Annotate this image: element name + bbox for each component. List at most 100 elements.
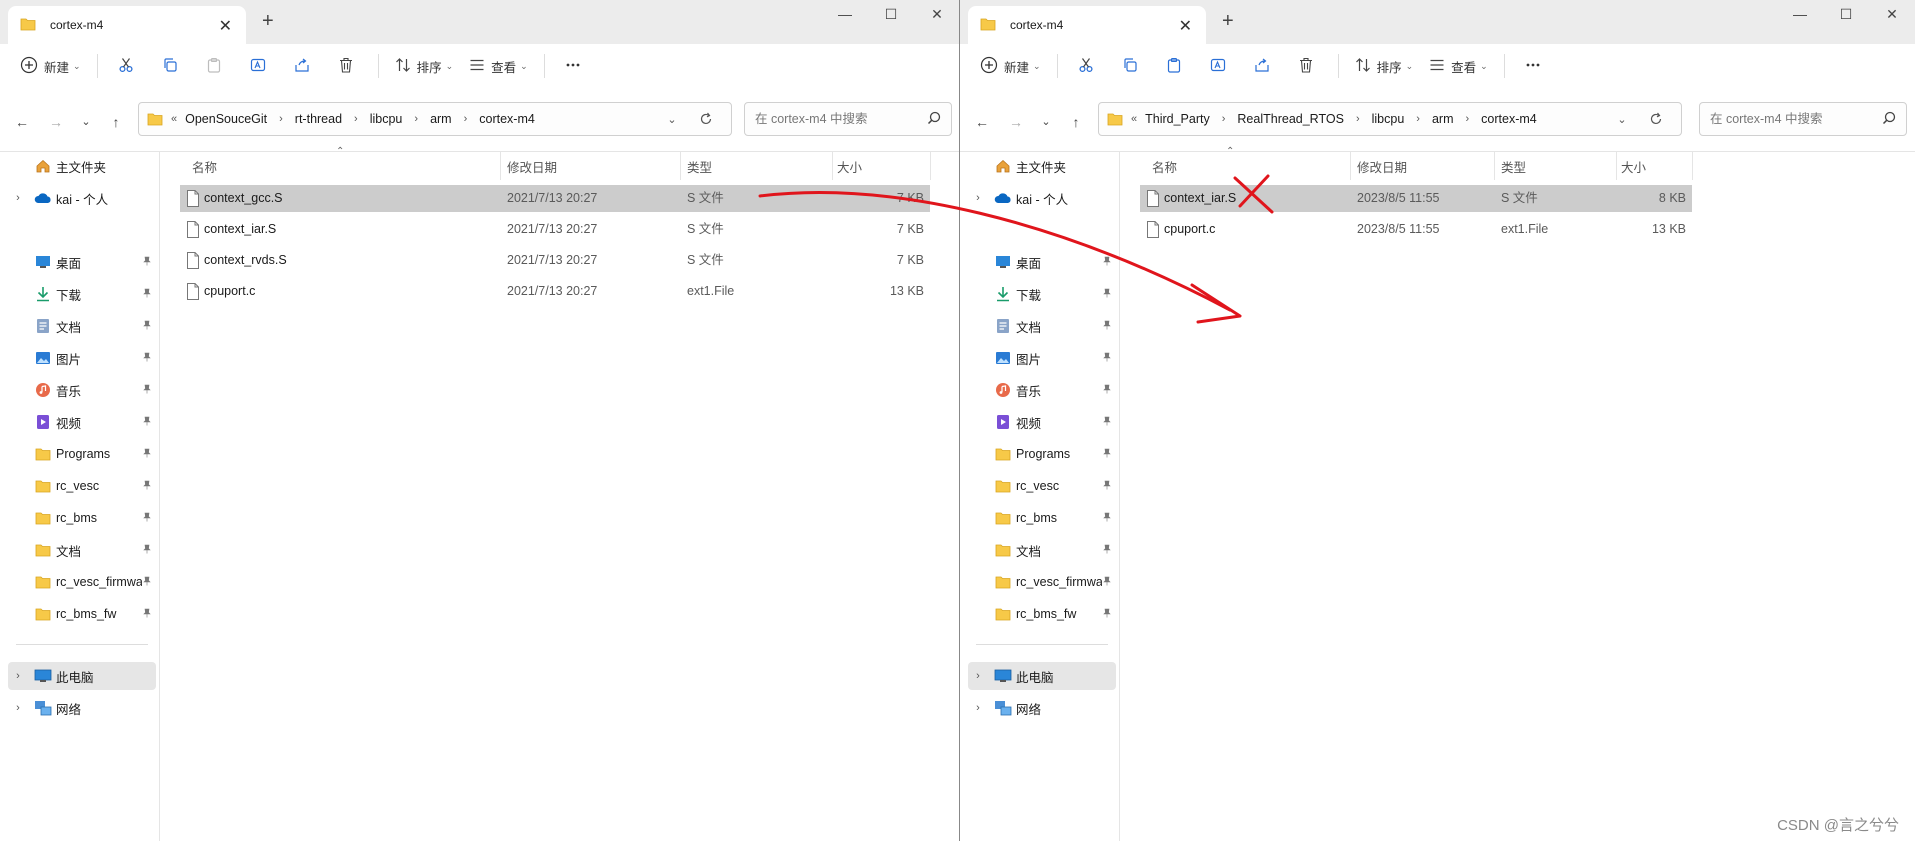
sidebar-item-this-pc[interactable]: › 此电脑: [8, 662, 156, 690]
address-dropdown-icon[interactable]: ⌄: [655, 113, 689, 126]
search-input[interactable]: [755, 112, 915, 126]
search-input[interactable]: [1710, 112, 1870, 126]
chevron-right-icon[interactable]: ›: [8, 670, 28, 682]
tab-active[interactable]: cortex-m4 ✕: [968, 6, 1206, 44]
sidebar-item-home[interactable]: 主文件夹: [8, 152, 156, 180]
sidebar-item-pinned[interactable]: 图片: [8, 344, 156, 372]
column-divider[interactable]: [1692, 152, 1693, 180]
overflow-icon[interactable]: «: [171, 113, 177, 125]
column-header-name[interactable]: 名称: [1152, 152, 1177, 180]
sidebar-item-pinned[interactable]: rc_vesc: [968, 472, 1116, 500]
column-divider[interactable]: [1494, 152, 1495, 180]
recent-locations-icon[interactable]: ⌄: [72, 108, 100, 136]
address-bar[interactable]: « Third_Party › RealThread_RTOS › libcpu › arm ›…: [1098, 102, 1682, 136]
sidebar-item-network[interactable]: › 网络: [968, 694, 1116, 722]
rename-button[interactable]: [1198, 50, 1238, 82]
delete-button[interactable]: [326, 50, 366, 82]
sort-button[interactable]: 排序 ⌄: [387, 50, 462, 82]
column-header-date[interactable]: 修改日期: [507, 152, 557, 180]
column-divider[interactable]: [1350, 152, 1351, 180]
file-row[interactable]: context_iar.S 2021/7/13 20:27 S 文件 7 KB: [180, 216, 930, 243]
share-button[interactable]: [1242, 50, 1282, 82]
paste-button[interactable]: [194, 50, 234, 82]
column-header-size[interactable]: 大小: [837, 152, 862, 180]
view-button[interactable]: 查看 ⌄: [461, 50, 536, 82]
sidebar-item-pinned[interactable]: 文档: [8, 312, 156, 340]
column-header-date[interactable]: 修改日期: [1357, 152, 1407, 180]
more-options-button[interactable]: [553, 50, 593, 82]
chevron-right-icon[interactable]: ›: [968, 670, 988, 682]
new-tab-icon[interactable]: +: [262, 10, 274, 33]
column-header-type[interactable]: 类型: [687, 152, 712, 180]
recent-locations-icon[interactable]: ⌄: [1032, 108, 1060, 136]
new-tab-icon[interactable]: +: [1222, 10, 1234, 33]
close-window-icon[interactable]: ✕: [1869, 2, 1915, 26]
refresh-icon[interactable]: [689, 112, 723, 126]
sidebar-item-pinned[interactable]: 图片: [968, 344, 1116, 372]
column-header-name[interactable]: 名称: [192, 152, 217, 180]
search-box[interactable]: [1699, 102, 1907, 136]
sidebar-item-pinned[interactable]: 桌面: [8, 248, 156, 276]
column-header-type[interactable]: 类型: [1501, 152, 1526, 180]
copy-button[interactable]: [1110, 50, 1150, 82]
breadcrumb-item[interactable]: libcpu: [370, 112, 403, 126]
delete-button[interactable]: [1286, 50, 1326, 82]
sidebar-item-pinned[interactable]: 视频: [8, 408, 156, 436]
sidebar-item-pinned[interactable]: Programs: [8, 440, 156, 468]
forward-icon[interactable]: →: [1002, 108, 1030, 136]
chevron-right-icon[interactable]: ›: [968, 702, 988, 714]
chevron-right-icon[interactable]: ›: [968, 192, 988, 204]
view-button[interactable]: 查看 ⌄: [1421, 50, 1496, 82]
sidebar-item-pinned[interactable]: rc_vesc: [8, 472, 156, 500]
maximize-icon[interactable]: ☐: [1823, 2, 1869, 26]
new-button[interactable]: 新建 ⌄: [972, 50, 1049, 82]
search-icon[interactable]: [1882, 111, 1896, 128]
breadcrumb-item[interactable]: libcpu: [1372, 112, 1405, 126]
sidebar-item-pinned[interactable]: 文档: [968, 312, 1116, 340]
tab-close-icon[interactable]: ✕: [219, 16, 232, 36]
column-divider[interactable]: [1616, 152, 1617, 180]
back-icon[interactable]: ←: [8, 108, 36, 136]
column-divider[interactable]: [930, 152, 931, 180]
paste-button[interactable]: [1154, 50, 1194, 82]
chevron-right-icon[interactable]: ›: [8, 192, 28, 204]
search-icon[interactable]: [927, 111, 941, 128]
sort-button[interactable]: 排序 ⌄: [1347, 50, 1422, 82]
sidebar-item-pinned[interactable]: 音乐: [8, 376, 156, 404]
sidebar-item-this-pc[interactable]: › 此电脑: [968, 662, 1116, 690]
up-icon[interactable]: ↑: [102, 108, 130, 136]
minimize-icon[interactable]: —: [1777, 2, 1823, 26]
file-row[interactable]: context_gcc.S 2021/7/13 20:27 S 文件 7 KB: [180, 185, 930, 212]
cut-button[interactable]: [1066, 50, 1106, 82]
tab-close-icon[interactable]: ✕: [1179, 16, 1192, 36]
sidebar-item-pinned[interactable]: rc_bms: [968, 504, 1116, 532]
sidebar-item-onedrive[interactable]: › kai - 个人: [8, 184, 156, 212]
breadcrumb-item[interactable]: Third_Party: [1145, 112, 1210, 126]
overflow-icon[interactable]: «: [1131, 113, 1137, 125]
sidebar-item-pinned[interactable]: rc_bms_fw: [8, 600, 156, 628]
up-icon[interactable]: ↑: [1062, 108, 1090, 136]
close-window-icon[interactable]: ✕: [914, 2, 959, 26]
share-button[interactable]: [282, 50, 322, 82]
rename-button[interactable]: [238, 50, 278, 82]
maximize-icon[interactable]: ☐: [868, 2, 914, 26]
sidebar-item-pinned[interactable]: 文档: [968, 536, 1116, 564]
sidebar-item-pinned[interactable]: Programs: [968, 440, 1116, 468]
sidebar-item-pinned[interactable]: rc_bms_fw: [968, 600, 1116, 628]
tab-active[interactable]: cortex-m4 ✕: [8, 6, 246, 44]
address-dropdown-icon[interactable]: ⌄: [1605, 113, 1639, 126]
sidebar-item-pinned[interactable]: 下载: [8, 280, 156, 308]
search-box[interactable]: [744, 102, 952, 136]
back-icon[interactable]: ←: [968, 108, 996, 136]
sidebar-item-pinned[interactable]: rc_vesc_firmwa: [968, 568, 1116, 596]
minimize-icon[interactable]: —: [822, 2, 868, 26]
file-row[interactable]: cpuport.c 2021/7/13 20:27 ext1.File 13 KB: [180, 278, 930, 305]
chevron-right-icon[interactable]: ›: [8, 702, 28, 714]
forward-icon[interactable]: →: [42, 108, 70, 136]
breadcrumb-item[interactable]: OpenSouceGit: [185, 112, 267, 126]
refresh-icon[interactable]: [1639, 112, 1673, 126]
column-divider[interactable]: [832, 152, 833, 180]
breadcrumb-item[interactable]: arm: [430, 112, 452, 126]
sidebar-item-pinned[interactable]: 视频: [968, 408, 1116, 436]
column-divider[interactable]: [680, 152, 681, 180]
